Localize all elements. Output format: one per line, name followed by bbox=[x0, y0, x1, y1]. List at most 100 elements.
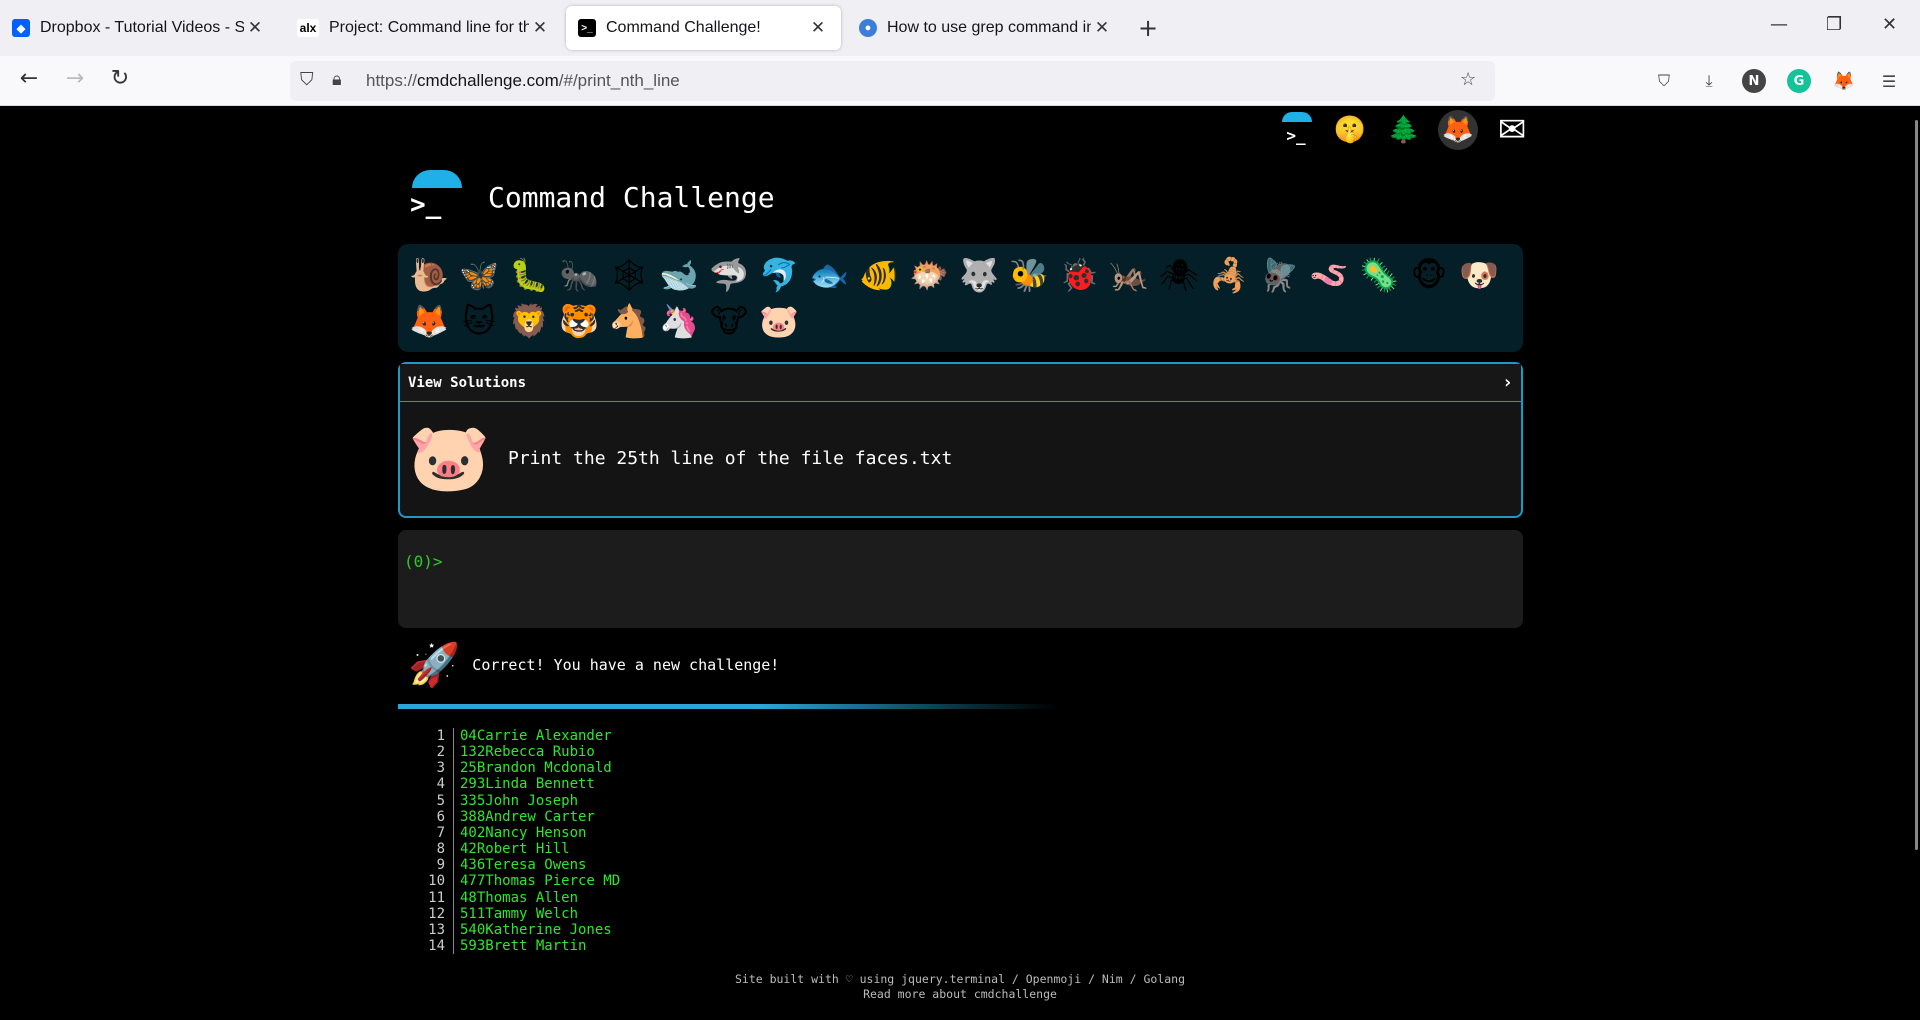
download-icon[interactable]: ⤓ bbox=[1697, 69, 1721, 93]
profile-avatar[interactable]: N bbox=[1742, 69, 1766, 93]
close-icon[interactable]: ✕ bbox=[807, 18, 829, 38]
envelope-icon[interactable]: ✉ bbox=[1492, 110, 1532, 150]
terminal-logo-icon[interactable]: >_ bbox=[408, 170, 462, 224]
line-text: 25Brandon Mcdonald bbox=[460, 760, 612, 777]
challenge-animal-icon[interactable]: 🦗 bbox=[1104, 252, 1154, 298]
output-line: 14 593Brett Martin bbox=[398, 938, 620, 955]
close-icon[interactable]: ✕ bbox=[529, 18, 551, 38]
line-number: 2 bbox=[398, 744, 454, 761]
close-window-button[interactable]: ✕ bbox=[1882, 14, 1897, 35]
line-text: 293Linda Bennett bbox=[460, 776, 595, 793]
challenge-animal-icon[interactable]: 🐡 bbox=[904, 252, 954, 298]
line-text: 436Teresa Owens bbox=[460, 857, 587, 874]
tab-alx-project[interactable]: alx Project: Command line for the w ✕ bbox=[285, 6, 563, 50]
url-path: /#/print_nth_line bbox=[558, 71, 680, 90]
browser-nav-bar: ← → ↻ ⛉ 🔒︎ https://cmdchallenge.com/#/pr… bbox=[0, 56, 1920, 106]
close-icon[interactable]: ✕ bbox=[244, 18, 266, 38]
output-line: 13 540Katherine Jones bbox=[398, 921, 620, 939]
challenge-animal-icon[interactable]: 🦠 bbox=[1354, 252, 1404, 298]
output-line: 9 436Teresa Owens bbox=[398, 857, 620, 874]
challenge-animal-icon[interactable]: 🐜 bbox=[554, 252, 604, 298]
grammarly-icon[interactable]: G bbox=[1787, 69, 1811, 93]
forward-button[interactable]: → bbox=[60, 66, 90, 91]
footer-about-link[interactable]: Read more about cmdchallenge bbox=[0, 987, 1920, 1002]
challenge-animal-icon[interactable]: 🐯 bbox=[554, 298, 604, 344]
challenge-animal-icon[interactable]: 🕷 bbox=[1154, 252, 1204, 298]
terminal-icon: >_ bbox=[578, 19, 596, 37]
chevron-right-icon[interactable]: › bbox=[1502, 372, 1513, 393]
tab-title: How to use grep command in U bbox=[887, 19, 1091, 36]
challenge-animal-icon[interactable]: 🐵 bbox=[1404, 252, 1454, 298]
line-text: 593Brett Martin bbox=[460, 938, 587, 955]
output-line: 3 25Brandon Mcdonald bbox=[398, 760, 620, 777]
line-text: 04Carrie Alexander bbox=[460, 728, 612, 744]
challenge-animal-icon[interactable]: 🦋 bbox=[454, 252, 504, 298]
terminal-logo-icon[interactable]: >_ bbox=[1276, 110, 1316, 150]
line-text: 540Katherine Jones bbox=[460, 921, 612, 938]
pocket-icon[interactable]: ⛉ bbox=[1652, 69, 1676, 93]
lock-icon[interactable]: 🔒︎ bbox=[332, 69, 342, 90]
scrollbar[interactable] bbox=[1915, 120, 1918, 850]
close-icon[interactable]: ✕ bbox=[1091, 18, 1113, 38]
back-button[interactable]: ← bbox=[14, 66, 44, 91]
new-tab-button[interactable]: + bbox=[1138, 14, 1158, 42]
line-text: 132Rebecca Rubio bbox=[460, 744, 595, 761]
tree-icon[interactable]: 🌲 bbox=[1384, 110, 1424, 150]
shield-icon[interactable]: ⛉ bbox=[300, 69, 314, 90]
challenge-animal-icon[interactable]: 🐷 bbox=[754, 298, 804, 344]
output-line: 8 42Robert Hill bbox=[398, 841, 620, 858]
reload-button[interactable]: ↻ bbox=[105, 66, 135, 91]
challenge-animal-icon[interactable]: 🦊 bbox=[404, 298, 454, 344]
challenge-animal-icon[interactable]: 🐱 bbox=[454, 298, 504, 344]
terminal-input[interactable]: (0)> bbox=[398, 530, 1523, 628]
tab-dropbox[interactable]: ◆ Dropbox - Tutorial Videos - Sim ✕ bbox=[0, 6, 278, 50]
challenge-animal-icon[interactable]: 🐛 bbox=[504, 252, 554, 298]
line-number: 7 bbox=[398, 824, 454, 842]
command-output: 1 04Carrie Alexander 2 132Rebecca Rubio 3 25B… bbox=[398, 728, 620, 955]
footer-credits[interactable]: Site built with ♡ using jquery.terminal … bbox=[0, 972, 1920, 987]
menu-hamburger-icon[interactable]: ☰ bbox=[1877, 69, 1901, 93]
challenge-animal-icon[interactable]: 🐮 bbox=[704, 298, 754, 344]
challenge-animal-icon[interactable]: 🐬 bbox=[754, 252, 804, 298]
line-number: 1 bbox=[398, 728, 454, 745]
challenge-animal-icon[interactable]: 🐟 bbox=[804, 252, 854, 298]
challenge-animal-icon[interactable]: 🦁 bbox=[504, 298, 554, 344]
gitlab-icon[interactable]: 🦊 bbox=[1438, 110, 1478, 150]
address-bar[interactable]: ⛉ 🔒︎ https://cmdchallenge.com/#/print_nt… bbox=[290, 61, 1495, 101]
challenge-animal-icon[interactable]: 🐝 bbox=[1004, 252, 1054, 298]
line-number: 3 bbox=[398, 760, 454, 777]
site-title: Command Challenge bbox=[488, 180, 775, 214]
challenge-animal-icon[interactable]: 🪱 bbox=[1304, 252, 1354, 298]
challenge-animal-icon[interactable]: 🦄 bbox=[654, 298, 704, 344]
challenge-animal-icon[interactable]: 🐋 bbox=[654, 252, 704, 298]
challenge-text: Print the 25th line of the file faces.tx… bbox=[508, 447, 953, 469]
challenge-animal-icon[interactable]: 🦈 bbox=[704, 252, 754, 298]
challenge-animal-icon[interactable]: 🐺 bbox=[954, 252, 1004, 298]
view-solutions-toggle[interactable]: View Solutions › bbox=[400, 364, 1521, 402]
terminal-prompt: (0)> bbox=[404, 552, 443, 571]
line-number: 4 bbox=[398, 776, 454, 793]
challenge-animal-icon[interactable]: 🐠 bbox=[854, 252, 904, 298]
challenge-animal-icon[interactable]: 🦂 bbox=[1204, 252, 1254, 298]
footer: Site built with ♡ using jquery.terminal … bbox=[0, 972, 1920, 1002]
restore-button[interactable]: ❐ bbox=[1826, 14, 1842, 35]
tab-command-challenge[interactable]: >_ Command Challenge! ✕ bbox=[566, 6, 841, 50]
output-line: 1 04Carrie Alexander bbox=[398, 728, 620, 745]
minimize-button[interactable]: — bbox=[1770, 14, 1788, 35]
url-text[interactable]: https://cmdchallenge.com/#/print_nth_lin… bbox=[366, 71, 680, 91]
challenge-animal-icon[interactable]: 🪰 bbox=[1254, 252, 1304, 298]
shushing-face-icon[interactable]: 🤫 bbox=[1330, 110, 1370, 150]
challenge-animal-icon[interactable]: 🐌 bbox=[404, 252, 454, 298]
tab-grep-howto[interactable]: ● How to use grep command in U ✕ bbox=[847, 6, 1125, 50]
challenge-animal-icon[interactable]: 🐴 bbox=[604, 298, 654, 344]
line-number: 5 bbox=[398, 792, 454, 809]
challenge-animal-icon[interactable]: 🐞 bbox=[1054, 252, 1104, 298]
challenge-animal-icon[interactable]: 🕸 bbox=[604, 252, 654, 298]
challenge-description: 🐷 Print the 25th line of the file faces.… bbox=[400, 402, 1521, 514]
output-line: 7 402Nancy Henson bbox=[398, 824, 620, 842]
page-content: >_ 🤫 🌲 🦊 ✉ >_ Command Challenge 🐌 🦋 🐛 🐜 🕸 🐋 🦈 🐬… bbox=[0, 106, 1920, 1020]
line-number: 12 bbox=[398, 905, 454, 922]
bookmark-star-icon[interactable]: ☆ bbox=[1460, 69, 1476, 90]
challenge-animal-icon[interactable]: 🐶 bbox=[1454, 252, 1504, 298]
metamask-fox-icon[interactable]: 🦊 bbox=[1832, 69, 1856, 93]
